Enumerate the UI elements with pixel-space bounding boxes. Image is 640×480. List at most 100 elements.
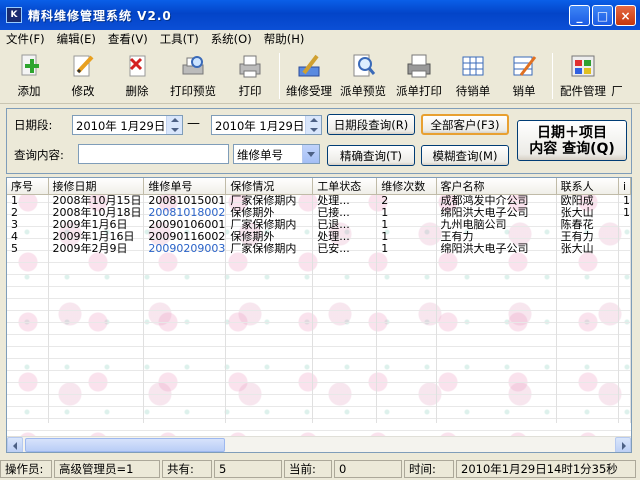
close-order-label: 销单 — [512, 84, 536, 98]
parts-button[interactable]: 配件管理 — [556, 49, 610, 103]
table-cell: 王有力 — [556, 231, 619, 243]
chevron-down-icon[interactable] — [302, 145, 319, 163]
table-cell: 2009年2月9日 — [48, 243, 145, 255]
fuzzy-query-button[interactable]: 模糊查询(M) — [421, 145, 509, 166]
edit-icon — [70, 53, 96, 79]
table-cell: 1 — [7, 194, 49, 207]
col-header-warranty[interactable]: 保修情况 — [225, 178, 314, 195]
operator-value: 高级管理员=1 — [54, 459, 160, 478]
print-preview-label: 打印预览 — [170, 84, 216, 98]
operator-label: 操作员: — [0, 459, 52, 478]
col-header-customer[interactable]: 客户名称 — [436, 178, 557, 195]
table-cell: 已退... — [312, 219, 378, 231]
empty-row — [7, 303, 631, 315]
total-label: 共有: — [162, 459, 212, 478]
empty-row — [7, 375, 631, 387]
empty-row — [7, 411, 631, 423]
edit-button[interactable]: 修改 — [54, 49, 112, 103]
empty-row — [7, 363, 631, 375]
table-header-row: 序号 接修日期 维修单号 保修情况 工单状态 维修次数 客户名称 联系人 i — [7, 178, 631, 195]
scroll-thumb[interactable] — [25, 438, 225, 452]
table-cell: 4 — [7, 231, 49, 243]
empty-row — [7, 327, 631, 339]
empty-row — [7, 267, 631, 279]
table-row[interactable]: 1 2008年10月15日 20081015001 厂家保修期内 处理... 2 成都鸿发中… — [7, 194, 631, 207]
factory-icon — [610, 53, 624, 79]
dispatch-preview-label: 派单预览 — [340, 84, 386, 98]
table-cell: 1 — [618, 207, 631, 219]
toolbar: 添加 修改 删除 打印预览 打印 维修受理 派单预览 派单打印 待销单 销单 配… — [0, 49, 640, 104]
combined-query-button[interactable]: 日期＋项目 内容 查询(Q) — [517, 120, 627, 161]
time-label: 时间: — [404, 459, 454, 478]
pending-button[interactable]: 待销单 — [447, 49, 499, 103]
table-cell — [618, 243, 631, 255]
add-icon — [16, 53, 42, 79]
current-value: 0 — [334, 459, 402, 478]
date-to-picker[interactable]: 2010年 1月29日 — [211, 115, 322, 135]
print-button[interactable]: 打印 — [224, 49, 276, 103]
pending-icon — [460, 53, 486, 79]
menu-file[interactable]: 文件(F) — [0, 31, 51, 47]
records-grid[interactable]: 序号 接修日期 维修单号 保修情况 工单状态 维修次数 客户名称 联系人 i 1… — [6, 177, 632, 453]
delete-button[interactable]: 删除 — [112, 49, 162, 103]
menu-bar: 文件(F) 编辑(E) 查看(V) 工具(T) 系统(O) 帮助(H) — [0, 30, 640, 48]
factory-button[interactable]: 厂 — [610, 49, 624, 103]
close-order-icon — [511, 53, 537, 79]
minimize-button[interactable]: _ — [569, 5, 590, 26]
dispatch-print-button[interactable]: 派单打印 — [391, 49, 447, 103]
pending-label: 待销单 — [455, 84, 491, 98]
maximize-button[interactable]: □ — [592, 5, 613, 26]
exact-query-button[interactable]: 精确查询(T) — [327, 145, 415, 166]
table-cell: 5 — [7, 243, 49, 255]
table-cell: 1 — [376, 243, 437, 255]
menu-help[interactable]: 帮助(H) — [258, 31, 311, 47]
table-row[interactable]: 5 2009年2月9日 20090209003 厂家保修期内 已安... 1 绵阳洪大电子公… — [7, 243, 631, 255]
table-cell: 1 — [376, 219, 437, 231]
scroll-left-button[interactable] — [7, 437, 23, 452]
print-preview-button[interactable]: 打印预览 — [162, 49, 224, 103]
date-dash: — — [187, 116, 200, 131]
repair-accept-button[interactable]: 维修受理 — [283, 49, 335, 103]
menu-view[interactable]: 查看(V) — [102, 31, 154, 47]
close-order-button[interactable]: 销单 — [499, 49, 549, 103]
content-input[interactable] — [78, 144, 229, 164]
col-header-date[interactable]: 接修日期 — [48, 178, 145, 195]
field-select-value: 维修单号 — [237, 148, 283, 162]
col-header-contact[interactable]: 联系人 — [556, 178, 619, 195]
horizontal-scrollbar[interactable] — [7, 436, 631, 452]
table-cell: 2008年10月15日 — [48, 194, 145, 207]
close-button[interactable]: × — [615, 5, 636, 26]
status-bar: 操作员: 高级管理员=1 共有: 5 当前: 0 时间: 2010年1月29日1… — [0, 457, 640, 480]
scroll-right-button[interactable] — [615, 437, 631, 452]
title-bar: K 精科维修管理系统 V2.0 _ □ × — [0, 0, 640, 30]
dispatch-preview-button[interactable]: 派单预览 — [335, 49, 391, 103]
all-customers-button[interactable]: 全部客户(F3) — [421, 114, 509, 135]
menu-edit[interactable]: 编辑(E) — [51, 31, 102, 47]
menu-tools[interactable]: 工具(T) — [154, 31, 205, 47]
table-cell: 2 — [376, 194, 437, 207]
table-row[interactable]: 3 2009年1月6日 20090106001 厂家保修期内 已退... 1 九州电脑公司陈… — [7, 219, 631, 231]
table-cell: 绵阳洪大电子公司 — [436, 243, 557, 255]
col-header-status[interactable]: 工单状态 — [312, 178, 378, 195]
empty-row — [7, 399, 631, 411]
col-header-order-no[interactable]: 维修单号 — [143, 178, 227, 195]
records-table: 序号 接修日期 维修单号 保修情况 工单状态 维修次数 客户名称 联系人 i 1… — [7, 178, 631, 423]
date-query-button[interactable]: 日期段查询(R) — [327, 114, 415, 135]
app-icon: K — [6, 7, 22, 23]
content-label: 查询内容: — [14, 148, 64, 162]
date-from-value: 2010年 1月29日 — [76, 119, 166, 133]
date-to-spin[interactable] — [305, 116, 321, 134]
col-header-extra[interactable]: i — [618, 178, 631, 195]
col-header-index[interactable]: 序号 — [7, 178, 49, 195]
empty-row — [7, 351, 631, 363]
table-row[interactable]: 2 2008年10月18日 20081018002 保修期外 已接... 1 绵阳洪大电子公… — [7, 207, 631, 219]
date-from-picker[interactable]: 2010年 1月29日 — [72, 115, 183, 135]
table-cell: 20090209003 — [143, 243, 227, 255]
menu-system[interactable]: 系统(O) — [205, 31, 258, 47]
add-button[interactable]: 添加 — [4, 49, 54, 103]
field-select[interactable]: 维修单号 — [233, 144, 320, 164]
col-header-count[interactable]: 维修次数 — [376, 178, 437, 195]
combined-query-line1: 日期＋项目 — [537, 124, 607, 141]
date-from-spin[interactable] — [166, 116, 182, 134]
table-row[interactable]: 4 2009年1月16日 20090116002 保修期外 处理... 1 王有力 王有力 — [7, 231, 631, 243]
